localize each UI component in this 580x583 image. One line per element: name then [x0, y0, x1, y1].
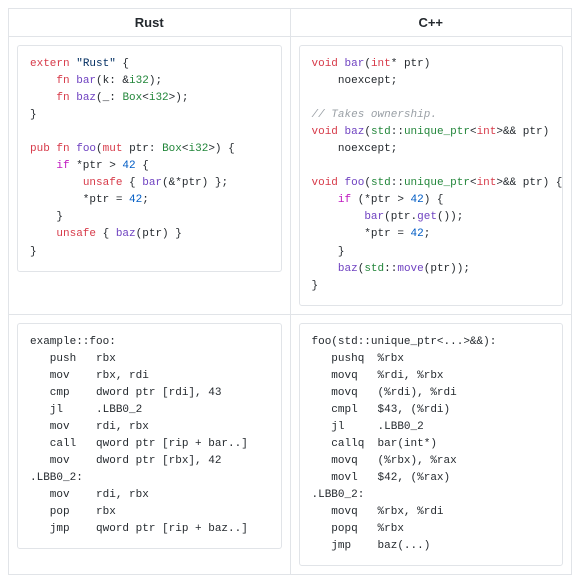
rust-source-code: extern "Rust" { fn bar(k: &i32); fn baz(… — [17, 45, 282, 272]
header-rust: Rust — [9, 9, 291, 37]
cpp-source-code: void bar(int* ptr) noexcept; // Takes ow… — [299, 45, 564, 306]
comparison-table: Rust C++ extern "Rust" { fn bar(k: &i32)… — [8, 8, 572, 575]
rust-assembly: example::foo: push rbx mov rbx, rdi cmp … — [17, 323, 282, 550]
cpp-assembly: foo(std::unique_ptr<...>&&): pushq %rbx … — [299, 323, 564, 567]
header-cpp: C++ — [290, 9, 572, 37]
